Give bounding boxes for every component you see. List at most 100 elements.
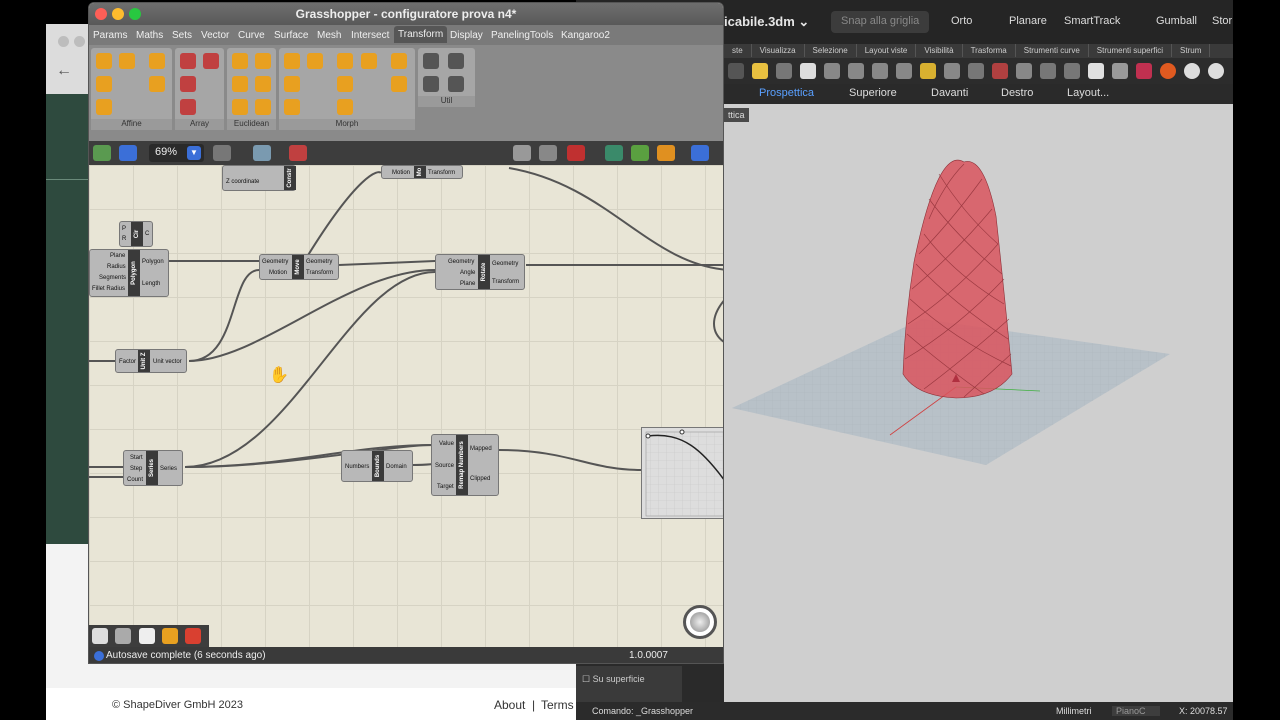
port-factor[interactable]: Factor	[119, 359, 136, 365]
viewport-layout-icon[interactable]	[968, 63, 984, 79]
tab-strum[interactable]: Strum	[1172, 44, 1211, 57]
tab-panelingtools[interactable]: PanelingTools	[491, 30, 553, 41]
material-icon[interactable]	[1136, 63, 1152, 79]
terms-link[interactable]: Terms	[541, 698, 574, 712]
component-series[interactable]: Start Step Count Series Series	[123, 450, 183, 486]
open-file-icon[interactable]	[93, 145, 111, 161]
bend-icon[interactable]	[337, 53, 353, 69]
port-geometry-out[interactable]: Geometry	[492, 261, 518, 267]
preview-eye-icon[interactable]	[253, 145, 271, 161]
port-c[interactable]: C	[145, 231, 149, 237]
tab-destro[interactable]: Destro	[1001, 87, 1033, 99]
planar-toggle[interactable]: Planare	[999, 11, 1057, 33]
about-link[interactable]: About	[494, 698, 525, 712]
tab-vector[interactable]: Vector	[201, 30, 229, 41]
port-unit-vector[interactable]: Unit vector	[153, 359, 182, 365]
blend-box-icon[interactable]	[284, 53, 300, 69]
color-wheel-icon[interactable]	[1160, 63, 1176, 79]
stretch-icon[interactable]	[337, 99, 353, 115]
tab-intersect[interactable]: Intersect	[351, 30, 389, 41]
port-clipped[interactable]: Clipped	[470, 476, 490, 482]
preview-selected-icon[interactable]	[605, 145, 623, 161]
zoom-selected-icon[interactable]	[920, 63, 936, 79]
layer-item[interactable]: ☐ Su superficie	[582, 674, 645, 685]
port-source[interactable]: Source	[435, 463, 454, 469]
galapagos-icon[interactable]	[185, 628, 201, 644]
rotate-axis-icon[interactable]	[232, 99, 248, 115]
twisted-vase-model[interactable]	[902, 159, 1013, 399]
tab-davanti[interactable]: Davanti	[931, 87, 968, 99]
component-move-top[interactable]: Motion Mo Transform	[381, 165, 463, 179]
port-value[interactable]: Value	[439, 441, 454, 447]
component-move[interactable]: Geometry Motion Move Geometry Transform	[259, 254, 339, 280]
tab-sets[interactable]: Sets	[172, 30, 192, 41]
port-transform[interactable]: Transform	[492, 279, 519, 285]
tab-layout[interactable]: Layout...	[1067, 87, 1109, 99]
tab-layout-viste[interactable]: Layout viste	[857, 44, 917, 57]
port-plane[interactable]: Plane	[460, 281, 475, 287]
linear-array-icon[interactable]	[180, 76, 196, 92]
split-icon[interactable]	[423, 76, 439, 92]
port-radius[interactable]: Radius	[107, 264, 126, 270]
rotate-view-icon[interactable]	[824, 63, 840, 79]
zoom-window-icon[interactable]	[872, 63, 888, 79]
port-domain[interactable]: Domain	[386, 464, 407, 470]
tab-visibilita[interactable]: Visibilità	[916, 44, 963, 57]
mirror-icon[interactable]	[232, 53, 248, 69]
tab-curve[interactable]: Curve	[238, 30, 265, 41]
smarttrack-toggle[interactable]: SmartTrack	[1054, 11, 1130, 33]
preview-off-icon[interactable]	[539, 145, 557, 161]
minimize-dot[interactable]	[74, 36, 85, 47]
shear-icon[interactable]	[96, 99, 112, 115]
cplane-icon[interactable]	[1016, 63, 1032, 79]
component-rotate[interactable]: Geometry Angle Plane Rotate Geometry Tra…	[435, 254, 525, 290]
copy-icon[interactable]	[728, 63, 744, 79]
download-icon[interactable]	[92, 628, 108, 644]
snap-grid-toggle[interactable]: Snap alla griglia	[831, 11, 930, 33]
port-r[interactable]: R	[122, 236, 126, 242]
component-graph-mapper[interactable]	[641, 427, 723, 519]
tab-strumenti-curve[interactable]: Strumenti curve	[1016, 44, 1089, 57]
tab-display[interactable]: Display	[450, 30, 483, 41]
port-length[interactable]: Length	[142, 281, 160, 287]
tab-selezione[interactable]: Selezione	[805, 44, 857, 57]
tab-visualizza[interactable]: Visualizza	[752, 44, 805, 57]
tab-surface[interactable]: Surface	[274, 30, 308, 41]
project-icon[interactable]	[119, 53, 135, 69]
rhino-file-title[interactable]: icabile.3dm ⌄	[724, 14, 809, 30]
tab-kangaroo2[interactable]: Kangaroo2	[561, 30, 610, 41]
tab-strumenti-superfici[interactable]: Strumenti superfici	[1089, 44, 1173, 57]
shaded-sphere-icon[interactable]	[1208, 63, 1224, 79]
port-motion[interactable]: Motion	[392, 170, 410, 176]
tab-ste[interactable]: ste	[724, 44, 752, 57]
component-bounds[interactable]: Numbers Bounds Domain	[341, 450, 413, 482]
port-segments[interactable]: Segments	[99, 275, 126, 281]
paste-icon[interactable]	[752, 63, 768, 79]
tab-transform[interactable]: Transform	[394, 26, 448, 43]
undo-icon[interactable]	[776, 63, 792, 79]
move-icon[interactable]	[255, 53, 271, 69]
tab-prospettica[interactable]: Prospettica	[759, 87, 814, 99]
port-numbers[interactable]: Numbers	[345, 464, 369, 470]
tab-superiore[interactable]: Superiore	[849, 87, 897, 99]
compound-icon[interactable]	[423, 53, 439, 69]
component-remap-numbers[interactable]: Value Source Target Remap Numbers Mapped…	[431, 434, 499, 496]
surface-box-icon[interactable]	[391, 53, 407, 69]
fz-icon[interactable]	[139, 628, 155, 644]
gh-canvas[interactable]: Z coordinate Constr Motion Mo Transform …	[89, 165, 723, 647]
pan-hand-icon[interactable]	[800, 63, 816, 79]
points-icon[interactable]	[1064, 63, 1080, 79]
document-preview-icon[interactable]	[631, 145, 649, 161]
zoom-all-icon[interactable]	[944, 63, 960, 79]
box-morph-icon[interactable]	[307, 53, 323, 69]
port-step[interactable]: Step	[130, 466, 142, 472]
box-map-icon[interactable]	[96, 76, 112, 92]
component-polygon[interactable]: Plane Radius Segments Fillet Radius Poly…	[89, 249, 169, 297]
port-geometry[interactable]: Geometry	[262, 259, 288, 265]
port-motion[interactable]: Motion	[269, 270, 287, 276]
car-icon[interactable]	[992, 63, 1008, 79]
zoom-extents-icon[interactable]	[896, 63, 912, 79]
twist-icon[interactable]	[284, 99, 300, 115]
port-z-coordinate[interactable]: Z coordinate	[226, 179, 259, 185]
zoom-extents-icon[interactable]	[213, 145, 231, 161]
